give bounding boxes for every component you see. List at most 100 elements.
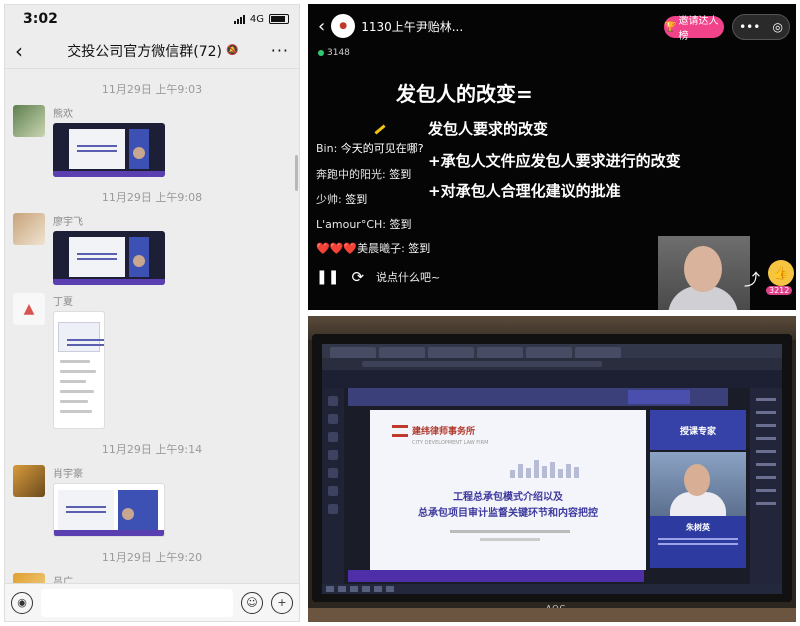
phone-screenshot-thumbnail[interactable] bbox=[53, 311, 105, 429]
pencil-icon bbox=[374, 124, 386, 135]
slide-heading: 发包人的改变= bbox=[396, 82, 533, 106]
slide-meta-line bbox=[450, 530, 570, 533]
avatar-mark-icon: ▲ bbox=[23, 301, 35, 317]
chat-title-wrap: 交投公司官方微信群(72) 🔕 bbox=[67, 41, 238, 61]
signal-icon bbox=[233, 14, 245, 24]
refresh-icon[interactable]: ⟳ bbox=[351, 268, 364, 286]
expert-name: 朱树英 bbox=[686, 523, 710, 532]
slide-line: +承包人文件应发包人要求进行的改变 bbox=[428, 152, 681, 170]
screenshot-thumbnail[interactable] bbox=[53, 483, 165, 537]
back-icon[interactable]: ‹ bbox=[318, 16, 325, 37]
plus-icon[interactable]: + bbox=[271, 591, 293, 614]
status-indicators: 4G bbox=[233, 13, 289, 25]
mute-icon: 🔕 bbox=[226, 45, 239, 56]
comment-user: Bin: bbox=[316, 142, 338, 155]
viewer-count: 3148 bbox=[318, 48, 350, 58]
back-icon[interactable]: ‹ bbox=[15, 39, 35, 63]
comment-input[interactable]: 说点什么吧~ bbox=[376, 269, 440, 285]
right-chat-panel bbox=[750, 388, 782, 584]
monitor-screen: 建纬律师事务所 CITY DEVELOPMENT LAW FIRM 工程总承包模… bbox=[322, 344, 782, 584]
course-label bbox=[628, 390, 690, 404]
live-title[interactable]: 1130上午尹贻林... bbox=[361, 18, 463, 35]
message-timestamp: 11月29日 上午9:20 bbox=[101, 551, 203, 564]
viewer-number: 3148 bbox=[327, 48, 350, 58]
message-timestamp: 11月29日 上午9:08 bbox=[101, 191, 203, 204]
slide-footer bbox=[348, 570, 644, 582]
slide-meta-line bbox=[480, 538, 540, 541]
mini-program-capsule: ••• ◎ bbox=[732, 14, 790, 40]
desk bbox=[308, 608, 796, 622]
chat-message: 肖宇豪 bbox=[5, 465, 299, 537]
input-bar: ◉ ☺ + bbox=[5, 583, 299, 621]
comment-text: 签到 bbox=[389, 168, 412, 181]
screenshot-thumbnail[interactable] bbox=[53, 123, 165, 177]
comment-user: 奔跑中的阳光: bbox=[316, 168, 386, 181]
more-icon[interactable]: ··· bbox=[271, 41, 289, 60]
invite-label: 邀请达人榜 bbox=[678, 16, 719, 42]
share-icon[interactable]: ⤴ bbox=[744, 266, 760, 290]
composite-image: 3:02 4G ‹ 交投公司官方微信群(72) 🔕 ··· 11月29日 上午9… bbox=[0, 0, 800, 626]
chat-title: 交投公司官方微信群(72) bbox=[67, 43, 223, 60]
slide-title-line: 工程总承包模式介绍以及 bbox=[453, 492, 563, 503]
presentation-slide: 建纬律师事务所 CITY DEVELOPMENT LAW FIRM 工程总承包模… bbox=[370, 410, 646, 570]
live-comment: 少帅: 签到 bbox=[316, 191, 367, 207]
livestream-screen: ‹ ● 1130上午尹贻林... 🏆 邀请达人榜 ••• ◎ 3148 发包人的… bbox=[308, 4, 796, 310]
live-comment: 奔跑中的阳光: 签到 bbox=[316, 166, 411, 182]
sender-name: 廖宇飞 bbox=[53, 217, 83, 228]
chat-message: ▲ 丁夏 bbox=[5, 293, 299, 429]
taskbar bbox=[322, 584, 782, 594]
chat-message: 廖宇飞 bbox=[5, 213, 299, 285]
live-comment: L'amour°CH: 签到 bbox=[316, 216, 412, 232]
expert-name-card: 朱树英 bbox=[650, 516, 746, 568]
sender-name: 丁夏 bbox=[53, 297, 73, 308]
chat-header: ‹ 交投公司官方微信群(72) 🔕 ··· bbox=[5, 33, 299, 69]
browser-tabs bbox=[322, 344, 782, 358]
menu-dots-icon[interactable]: ••• bbox=[739, 20, 760, 34]
channel-logo-icon[interactable]: ● bbox=[331, 14, 356, 38]
trophy-icon: 🏆 bbox=[664, 21, 677, 33]
comment-text: 签到 bbox=[408, 242, 431, 255]
expert-label: 授课专家 bbox=[650, 410, 746, 450]
close-target-icon[interactable]: ◎ bbox=[772, 20, 782, 34]
message-input[interactable] bbox=[41, 588, 233, 617]
network-type: 4G bbox=[249, 13, 264, 25]
live-comment: ❤️❤️❤️美晨曦子: 签到 bbox=[316, 240, 430, 256]
live-controls: ❚❚ ⟳ 说点什么吧~ bbox=[308, 262, 796, 292]
monitor: 建纬律师事务所 CITY DEVELOPMENT LAW FIRM 工程总承包模… bbox=[312, 334, 792, 613]
like-icon[interactable]: 👍 bbox=[768, 260, 794, 286]
voice-icon[interactable]: ◉ bbox=[11, 591, 33, 614]
wechat-chat-screen: 3:02 4G ‹ 交投公司官方微信群(72) 🔕 ··· 11月29日 上午9… bbox=[4, 4, 300, 622]
address-bar bbox=[322, 358, 782, 370]
comment-user: 少帅: bbox=[316, 193, 342, 206]
slide-title-line: 总承包项目审计监督关键环节和内容把控 bbox=[418, 508, 598, 519]
screenshot-thumbnail[interactable] bbox=[53, 231, 165, 285]
firm-logo-icon bbox=[392, 424, 408, 437]
sender-name: 肖宇豪 bbox=[53, 469, 83, 480]
expert-camera bbox=[650, 452, 746, 516]
invite-button[interactable]: 🏆 邀请达人榜 bbox=[664, 16, 724, 42]
comment-user: ❤️❤️❤️美晨曦子: bbox=[316, 242, 405, 255]
chat-message: 熊欢 bbox=[5, 105, 299, 177]
avatar[interactable] bbox=[13, 105, 45, 137]
firm-name-en: CITY DEVELOPMENT LAW FIRM bbox=[412, 440, 489, 446]
comment-text: 今天的可见在哪? bbox=[340, 142, 424, 155]
scrollbar[interactable] bbox=[295, 155, 298, 191]
slide-line: +对承包人合理化建议的批准 bbox=[428, 182, 621, 200]
emoji-icon[interactable]: ☺ bbox=[241, 591, 263, 614]
firm-name: 建纬律师事务所 bbox=[412, 427, 476, 437]
viewer-icon bbox=[318, 50, 324, 56]
avatar[interactable] bbox=[13, 213, 45, 245]
battery-icon bbox=[269, 14, 289, 24]
skyline-graphic bbox=[510, 458, 610, 478]
message-timestamp: 11月29日 上午9:03 bbox=[101, 83, 203, 96]
avatar[interactable] bbox=[13, 465, 45, 497]
comment-text: 签到 bbox=[389, 218, 412, 231]
pause-icon[interactable]: ❚❚ bbox=[316, 269, 339, 285]
comment-user: L'amour°CH: bbox=[316, 218, 386, 231]
message-timestamp: 11月29日 上午9:14 bbox=[101, 443, 203, 456]
status-time: 3:02 bbox=[23, 11, 58, 27]
avatar[interactable]: ▲ bbox=[13, 293, 45, 325]
page-header bbox=[322, 370, 782, 388]
live-comment: Bin: 今天的可见在哪? bbox=[316, 140, 424, 156]
left-rail bbox=[322, 388, 344, 584]
